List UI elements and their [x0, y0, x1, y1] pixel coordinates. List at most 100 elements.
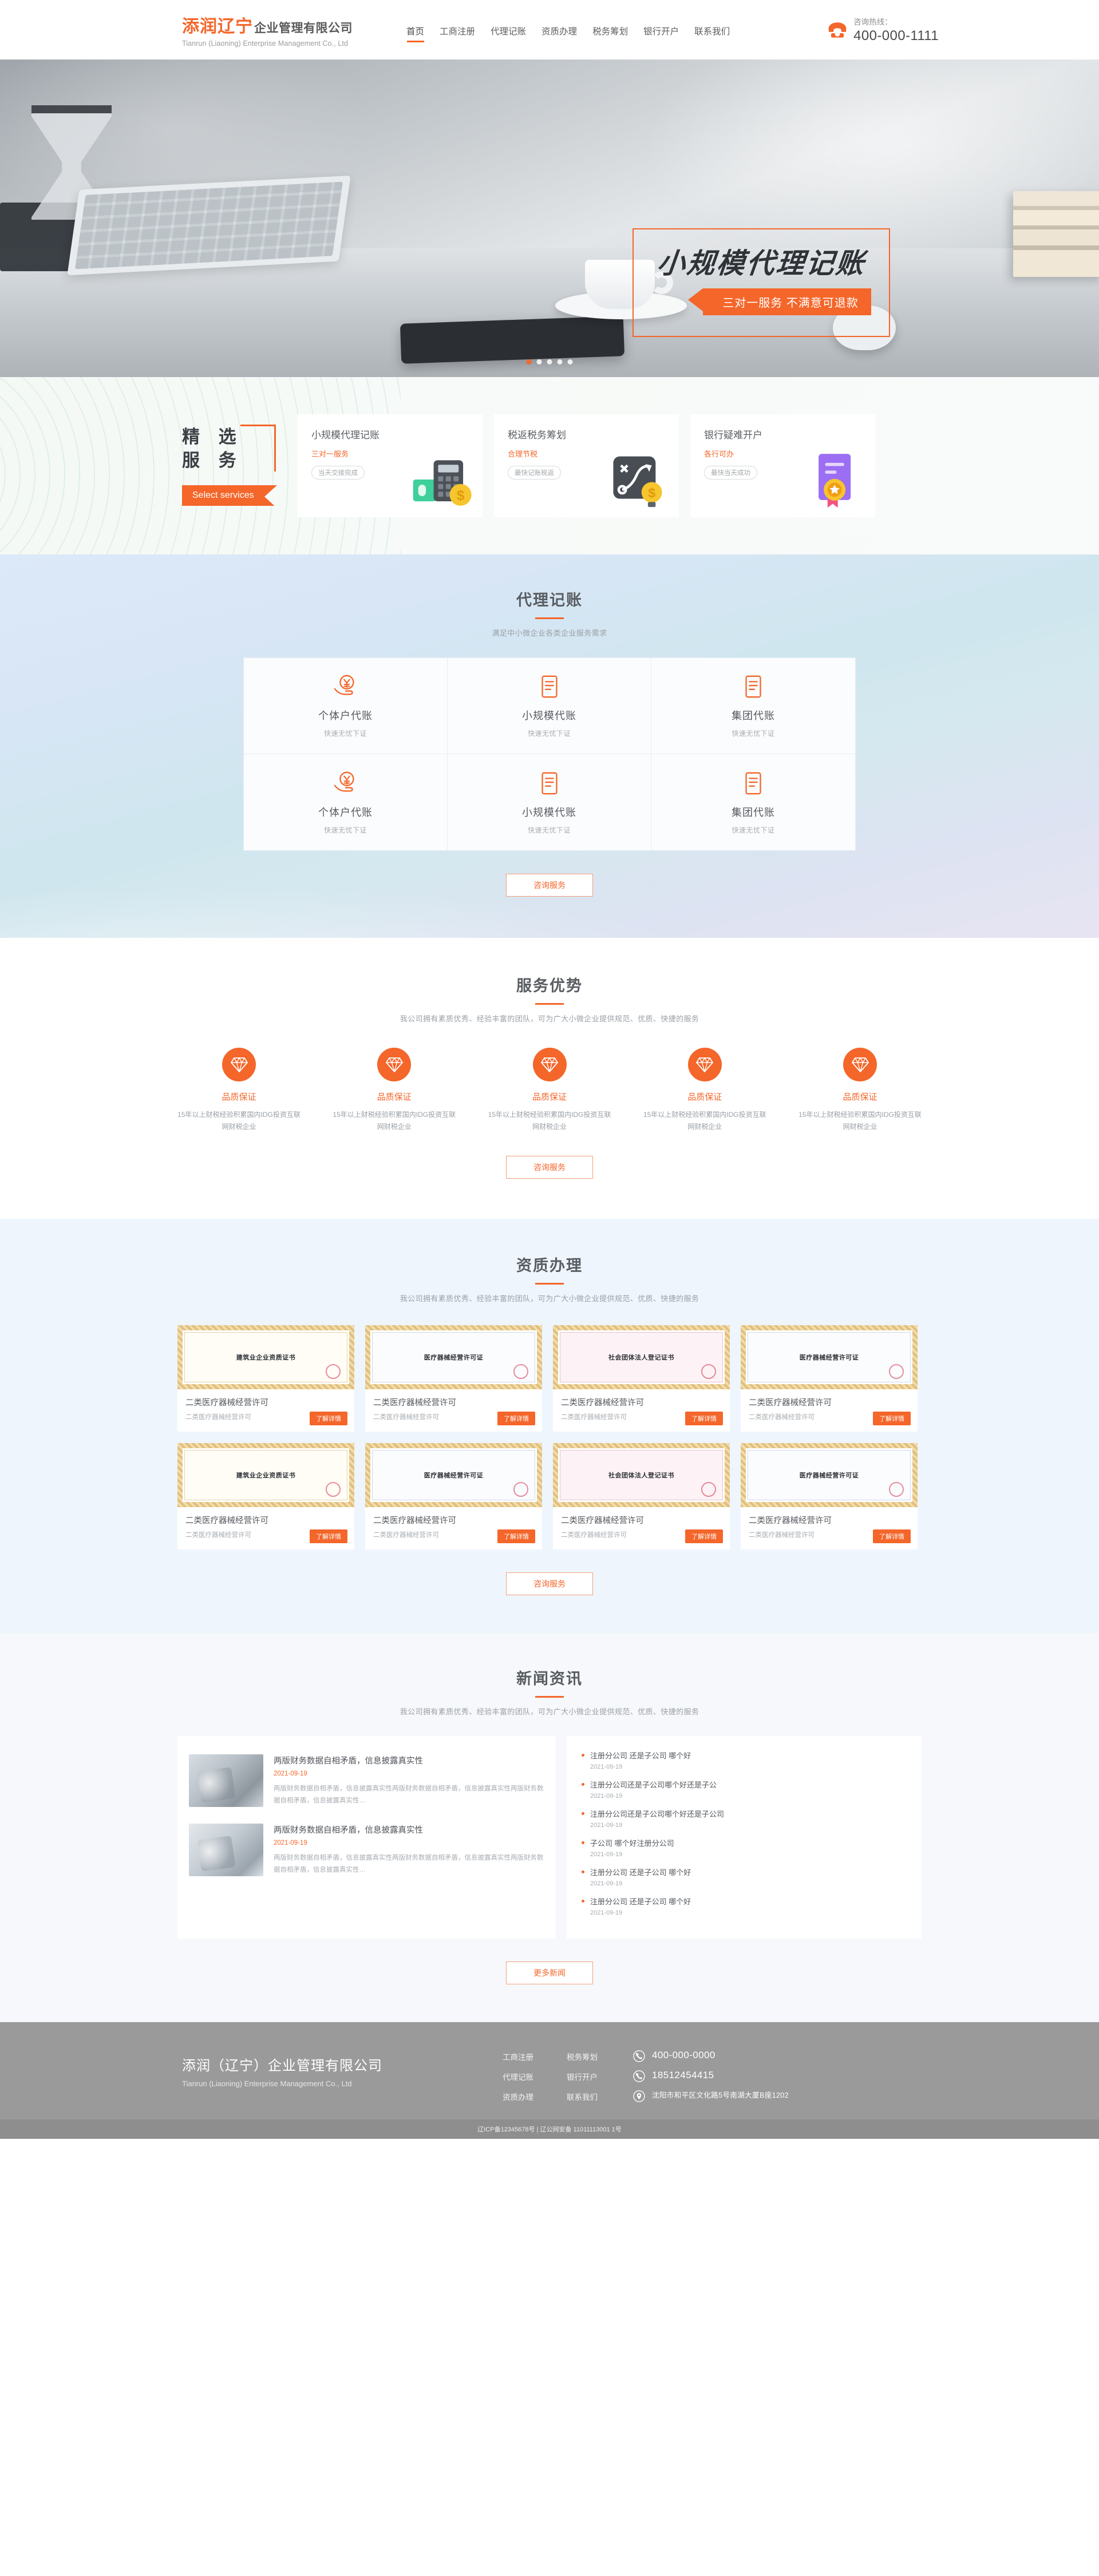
qualification-detail-button[interactable]: 了解详情 — [310, 1529, 347, 1543]
qualification-card-title: 二类医疗器械经营许可 — [373, 1516, 456, 1525]
news-cta-button[interactable]: 更多新闻 — [506, 1961, 593, 1984]
qualification-card[interactable]: 医疗器械经营许可证 二类医疗器械经营许可 二类医疗器械经营许可 了解详情 — [741, 1325, 918, 1432]
qualification-detail-button[interactable]: 了解详情 — [497, 1529, 535, 1543]
nav-item-qualification[interactable]: 资质办理 — [541, 25, 577, 42]
advantage-icon-wrap — [222, 1048, 256, 1081]
diamond-icon — [541, 1057, 558, 1072]
news-list-item[interactable]: 注册分公司 还是子公司 哪个好 2021-09-19 — [582, 1750, 907, 1770]
qualification-card[interactable]: 建筑业企业资质证书 二类医疗器械经营许可 二类医疗器械经营许可 了解详情 — [177, 1443, 354, 1549]
qualification-card[interactable]: 建筑业企业资质证书 二类医疗器械经营许可 二类医疗器械经营许可 了解详情 — [177, 1325, 354, 1432]
footer-link-columns: 工商注册 代理记账 资质办理 税务筹划 银行开户 联系我们 — [503, 2047, 598, 2102]
hero-banner: 小规模代理记账 三对一服务 不满意可退款 — [0, 60, 1099, 377]
qualification-detail-button[interactable]: 了解详情 — [873, 1529, 911, 1543]
bookkeeping-cell-subtitle: 快速无忧下证 — [732, 730, 775, 738]
news-date: 2021-09-19 — [274, 1770, 307, 1777]
title-underline — [535, 1003, 564, 1005]
qualification-detail-button[interactable]: 了解详情 — [685, 1412, 723, 1425]
qualification-subtitle: 我公司拥有素质优秀、经验丰富的团队，可为广大小微企业提供规范、优质、快捷的服务 — [400, 1294, 699, 1303]
bookkeeping-subtitle: 满足中小微企业各类企业服务需求 — [492, 629, 607, 637]
hand-yuan-icon — [334, 771, 354, 792]
qualification-card[interactable]: 社会团体法人登记证书 二类医疗器械经营许可 二类医疗器械经营许可 了解详情 — [553, 1443, 730, 1549]
news-list-item[interactable]: 子公司 哪个好注册分公司 2021-09-19 — [582, 1837, 907, 1858]
banner-dot-3[interactable] — [547, 359, 552, 364]
logo-english-text: Tianrun (Liaoning) Enterprise Management… — [182, 39, 349, 47]
certificate-image: 社会团体法人登记证书 — [553, 1443, 730, 1507]
news-list-item[interactable]: 注册分公司还是子公司哪个好还是子公 2021-09-19 — [582, 1779, 907, 1800]
footer-link-business-registration[interactable]: 工商注册 — [503, 2051, 533, 2062]
bookkeeping-cell-title: 个体户代账 — [318, 710, 373, 722]
nav-item-tax-planning[interactable]: 税务筹划 — [592, 25, 628, 42]
footer-link-bookkeeping[interactable]: 代理记账 — [503, 2071, 533, 2082]
select-services-heading: 精 选 服 务 Select services — [155, 425, 298, 508]
qualification-card[interactable]: 医疗器械经营许可证 二类医疗器械经营许可 二类医疗器械经营许可 了解详情 — [741, 1443, 918, 1549]
footer-brand: 添润（辽宁）企业管理有限公司 Tianrun (Liaoning) Enterp… — [182, 2047, 503, 2088]
advantage-cta-button[interactable]: 咨询服务 — [506, 1156, 593, 1179]
certificate-image: 医疗器械经营许可证 — [365, 1325, 542, 1389]
footer-link-bank-account[interactable]: 银行开户 — [567, 2071, 598, 2082]
bookkeeping-section: 代理记账 满足中小微企业各类企业服务需求 个体户代账 快速无忧下证 小规模代账 … — [0, 554, 1099, 938]
red-seal-icon — [326, 1482, 341, 1497]
advantage-item-1: 品质保证 15年以上财税经验积累国内IDG投资互联网财税企业 — [177, 1048, 301, 1133]
qualification-card[interactable]: 医疗器械经营许可证 二类医疗器械经营许可 二类医疗器械经营许可 了解详情 — [365, 1325, 542, 1432]
banner-pagination-dots — [526, 359, 573, 364]
news-list-item[interactable]: 注册分公司 还是子公司 哪个好 2021-09-19 — [582, 1866, 907, 1887]
advantage-item-desc: 15年以上财税经验积累国内IDG投资互联网财税企业 — [177, 1111, 301, 1131]
nav-item-home[interactable]: 首页 — [406, 25, 424, 42]
red-seal-icon — [513, 1482, 528, 1497]
footer-link-column-1: 工商注册 代理记账 资质办理 — [503, 2051, 533, 2102]
advantage-item-2: 品质保证 15年以上财税经验积累国内IDG投资互联网财税企业 — [333, 1048, 456, 1133]
banner-ribbon-text: 三对一服务 不满意可退款 — [688, 288, 871, 315]
bookkeeping-cell-6[interactable]: 集团代账 快速无忧下证 — [651, 754, 855, 850]
banner-dot-2[interactable] — [536, 359, 542, 364]
bookkeeping-cell-3[interactable]: 集团代账 快速无忧下证 — [651, 658, 855, 754]
site-logo[interactable]: 添润辽宁 企业管理有限公司 Tianrun (Liaoning) Enterpr… — [155, 12, 395, 47]
qualification-card[interactable]: 医疗器械经营许可证 二类医疗器械经营许可 二类医疗器械经营许可 了解详情 — [365, 1443, 542, 1549]
nav-item-business-registration[interactable]: 工商注册 — [440, 25, 475, 42]
svg-text:$: $ — [648, 485, 655, 500]
qualification-detail-button[interactable]: 了解详情 — [497, 1412, 535, 1425]
qualification-detail-button[interactable]: 了解详情 — [310, 1412, 347, 1425]
news-list-item[interactable]: 注册分公司 还是子公司 哪个好 2021-09-19 — [582, 1896, 907, 1916]
service-card-small-scale-bookkeeping[interactable]: 小规模代理记账 三对一服务 当天交接完成 $ — [298, 414, 483, 517]
document-list-icon — [745, 772, 761, 794]
bookkeeping-cell-5[interactable]: 小规模代账 快速无忧下证 — [448, 754, 651, 850]
bookkeeping-service-grid: 个体户代账 快速无忧下证 小规模代账 快速无忧下证 集团代账 快速无忧下证 个体… — [243, 657, 856, 851]
service-card-bank-account[interactable]: 银行疑难开户 各行可办 最快当天成功 — [690, 414, 875, 517]
advantage-item-4: 品质保证 15年以上财税经验积累国内IDG投资互联网财税企业 — [643, 1048, 766, 1133]
select-services-button[interactable]: Select services — [182, 485, 277, 508]
footer-link-contact[interactable]: 联系我们 — [567, 2091, 598, 2102]
footer-link-tax-planning[interactable]: 税务筹划 — [567, 2051, 598, 2062]
advantage-item-title: 品质保证 — [377, 1092, 412, 1102]
nav-item-bank-account[interactable]: 银行开户 — [643, 25, 679, 42]
nav-item-contact[interactable]: 联系我们 — [694, 25, 730, 42]
bookkeeping-cell-1[interactable]: 个体户代账 快速无忧下证 — [244, 658, 448, 754]
footer-phone-2: 18512454415 — [633, 2070, 822, 2082]
banner-dot-1[interactable] — [526, 359, 532, 364]
qualification-cta-button[interactable]: 咨询服务 — [506, 1572, 593, 1595]
service-card-tax-planning[interactable]: 税返税务筹划 合理节税 最快记账税返 $ — [494, 414, 679, 517]
footer-link-qualification[interactable]: 资质办理 — [503, 2091, 533, 2102]
news-title: 新闻资讯 — [516, 1670, 583, 1687]
news-list-item[interactable]: 注册分公司还是子公司哪个好还是子公司 2021-09-19 — [582, 1808, 907, 1829]
banner-dot-4[interactable] — [557, 359, 563, 364]
featured-news-item[interactable]: 两版财务数据自相矛盾，信息披露真实性 2021-09-19 两版财务数据自相矛盾… — [189, 1746, 544, 1816]
bookkeeping-cta-button[interactable]: 咨询服务 — [506, 874, 593, 897]
advantage-items-row: 品质保证 15年以上财税经验积累国内IDG投资互联网财税企业 品质保证 15年以… — [155, 1048, 944, 1133]
nav-item-bookkeeping[interactable]: 代理记账 — [491, 25, 526, 42]
bullet-dot-icon — [582, 1841, 584, 1844]
qualification-card[interactable]: 社会团体法人登记证书 二类医疗器械经营许可 二类医疗器械经营许可 了解详情 — [553, 1325, 730, 1432]
certificate-image: 医疗器械经营许可证 — [365, 1443, 542, 1507]
footer-company-name: 添润（辽宁）企业管理有限公司 — [182, 2058, 382, 2074]
banner-dot-5[interactable] — [567, 359, 573, 364]
advantage-subtitle: 我公司拥有素质优秀、经验丰富的团队，可为广大小微企业提供规范、优质、快捷的服务 — [400, 1014, 699, 1023]
news-list-title: 注册分公司还是子公司哪个好还是子公 — [590, 1781, 717, 1789]
bookkeeping-cell-2[interactable]: 小规模代账 快速无忧下证 — [448, 658, 651, 754]
featured-news-item[interactable]: 两版财务数据自相矛盾，信息披露真实性 2021-09-19 两版财务数据自相矛盾… — [189, 1816, 544, 1885]
bookkeeping-cell-4[interactable]: 个体户代账 快速无忧下证 — [244, 754, 448, 850]
qualification-detail-button[interactable]: 了解详情 — [873, 1412, 911, 1425]
select-services-title-line2: 服 务 — [182, 450, 243, 470]
service-card-title: 小规模代理记账 — [311, 430, 379, 441]
advantage-item-desc: 15年以上财税经验积累国内IDG投资互联网财税企业 — [643, 1111, 766, 1131]
service-card-tag: 最快当天成功 — [704, 466, 757, 479]
qualification-detail-button[interactable]: 了解详情 — [685, 1529, 723, 1543]
